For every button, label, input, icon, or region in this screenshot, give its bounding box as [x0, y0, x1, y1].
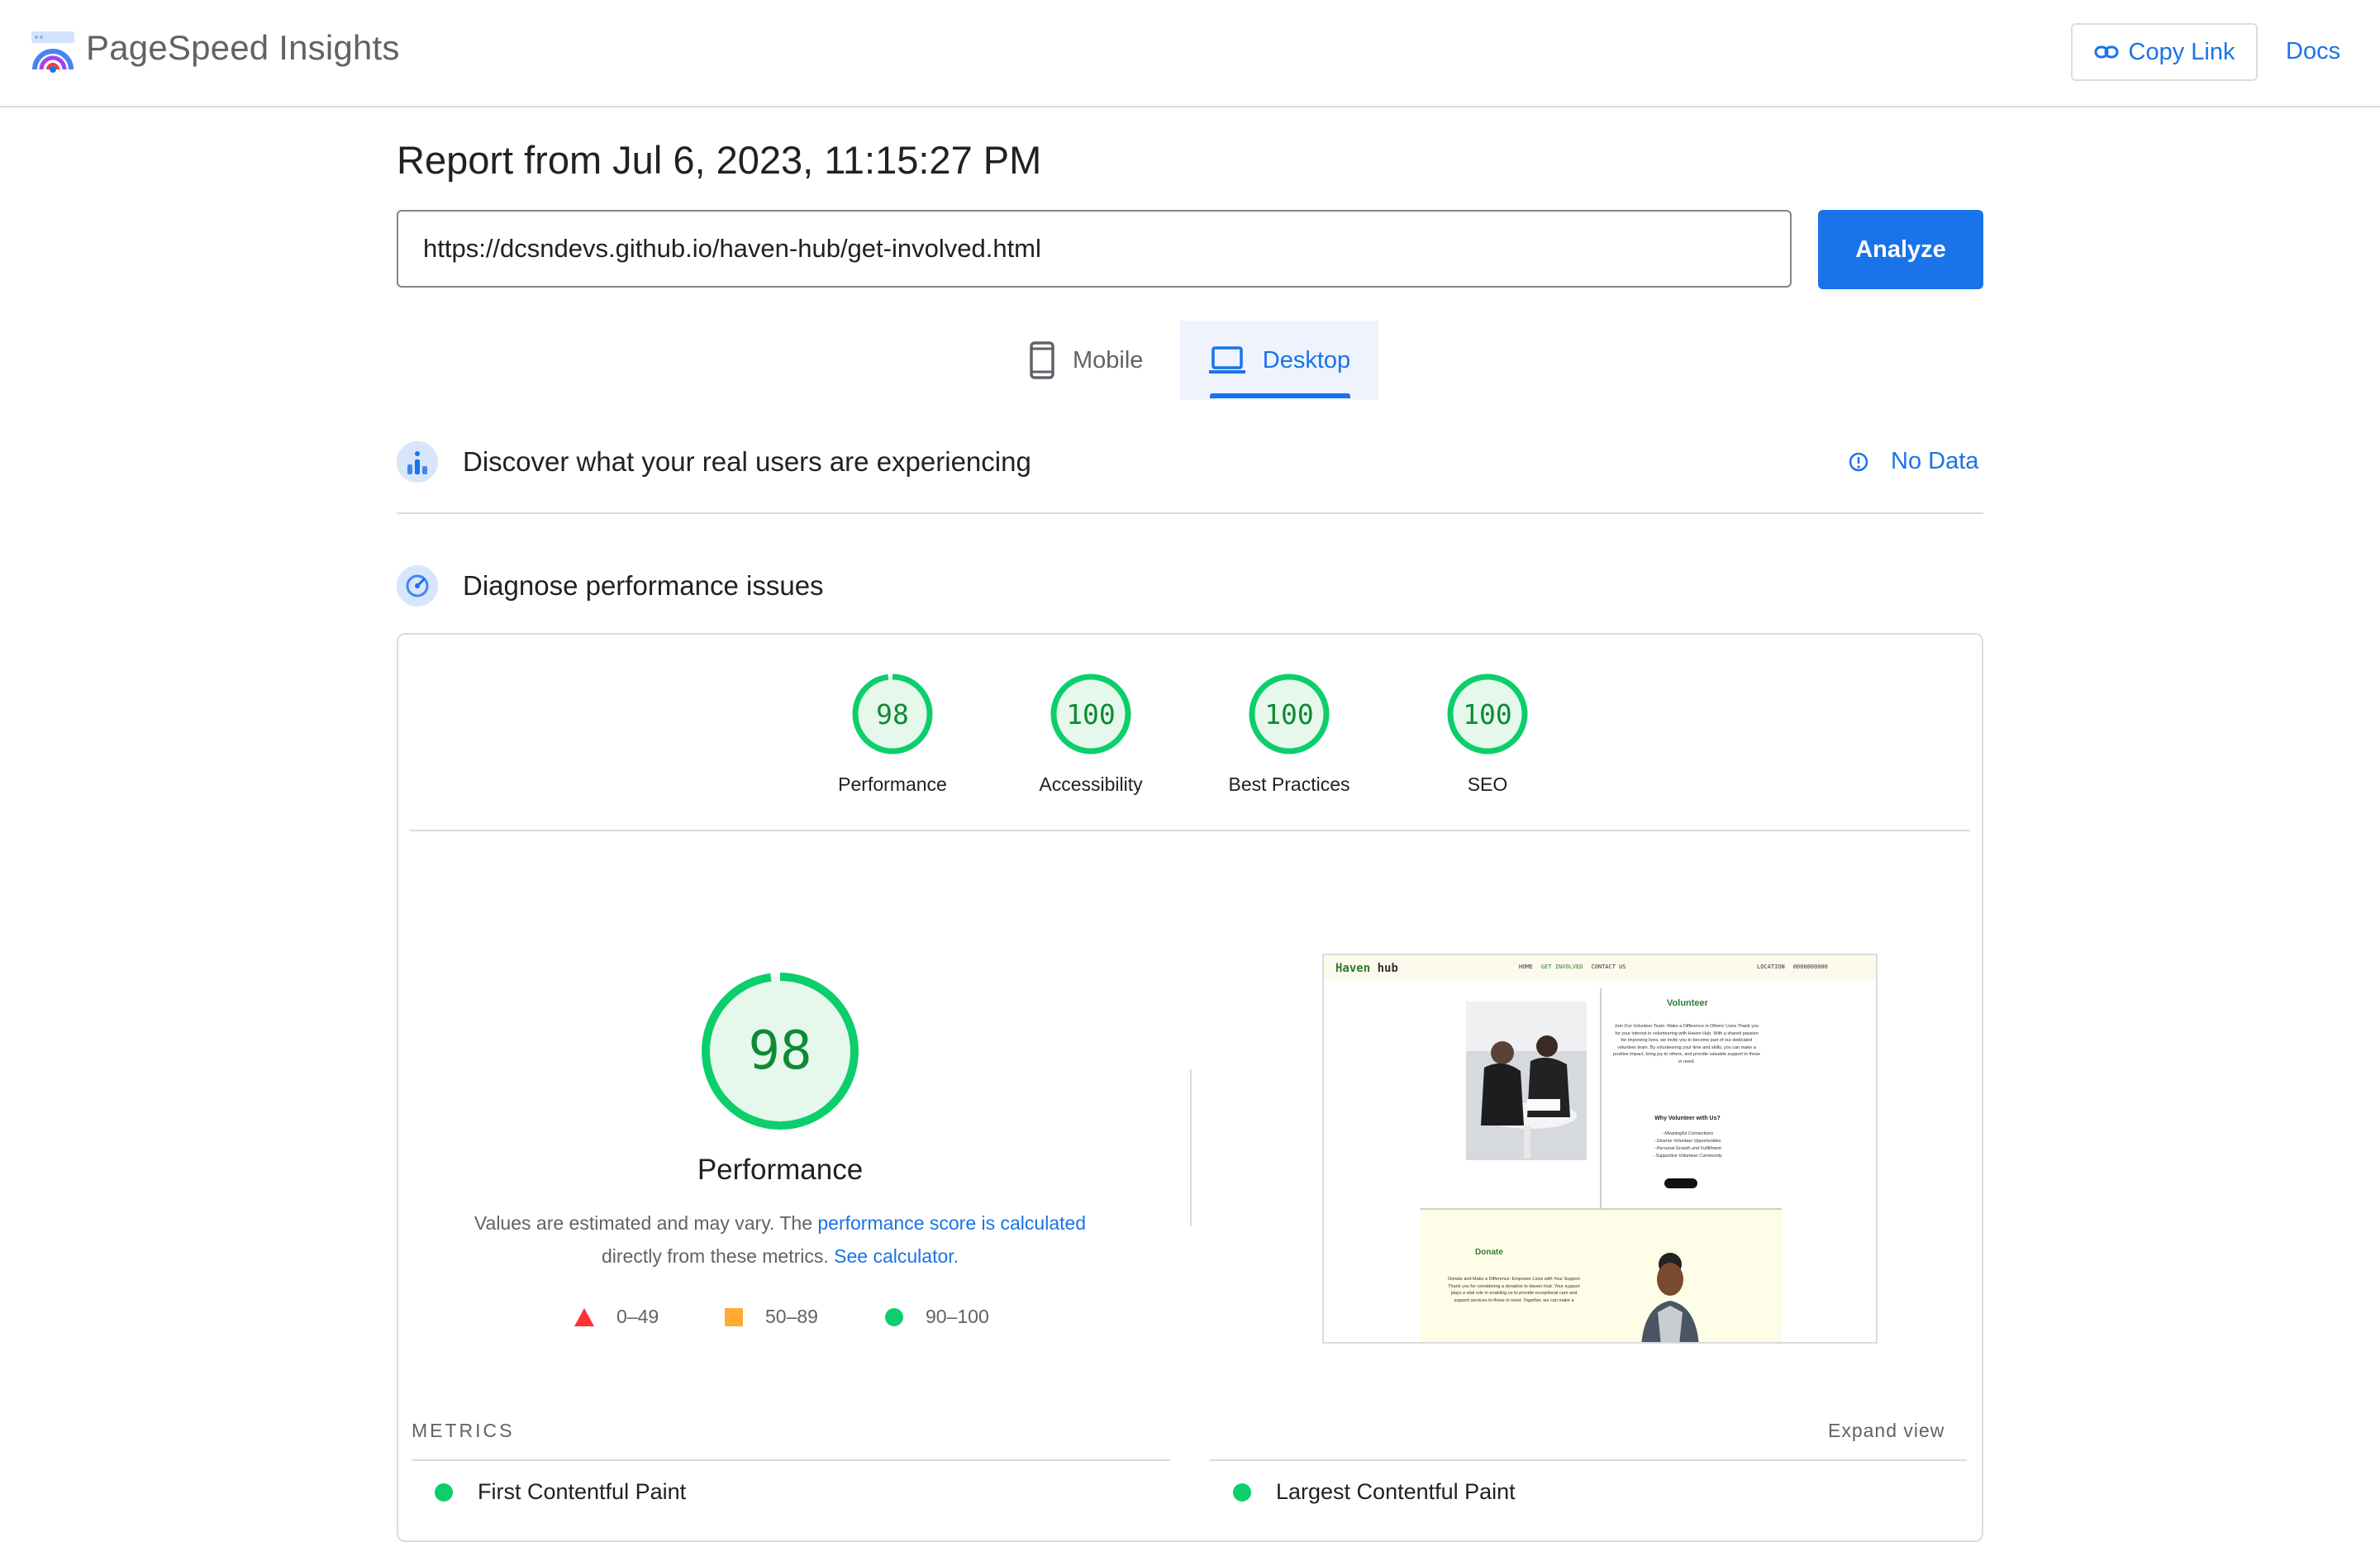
description-text: directly from these metrics.: [601, 1245, 835, 1267]
why-volunteer-list: - Meaningful Connections - Diverse Volun…: [1605, 1130, 1770, 1160]
pass-circle-icon: [1233, 1483, 1251, 1502]
volunteer-text: Join Our Volunteer Team: Make a Differen…: [1613, 1024, 1760, 1064]
vertical-divider: [1190, 1069, 1192, 1226]
field-data-title: Discover what your real users are experi…: [463, 446, 1031, 477]
gauge-score: 100: [1463, 697, 1512, 731]
performance-score-gauge: 98: [699, 970, 861, 1132]
site-location: LOCATION: [1757, 964, 1785, 970]
gauge-score: 98: [876, 697, 909, 731]
why-item: - Meaningful Connections: [1661, 1131, 1714, 1136]
site-nav-link: CONTACT US: [1591, 964, 1626, 970]
card-divider: [410, 830, 1970, 831]
copy-link-button[interactable]: Copy Link: [2071, 23, 2258, 81]
url-input[interactable]: [397, 210, 1792, 288]
metrics-divider: [1210, 1459, 1967, 1461]
gauge-best-practices[interactable]: 100: [1248, 673, 1330, 755]
laptop-icon: [1208, 346, 1245, 374]
triangle-icon: [574, 1307, 594, 1326]
section-divider-line: [1420, 1208, 1782, 1210]
donate-heading: Donate: [1475, 1248, 1503, 1257]
legend-range: 50–89: [765, 1306, 818, 1327]
users-chart-icon: [397, 441, 438, 483]
top-header: PageSpeed Insights Copy Link Docs: [0, 0, 2380, 107]
square-icon: [725, 1307, 743, 1326]
expand-view-toggle[interactable]: Expand view: [1828, 1420, 1944, 1442]
metrics-section-label: METRICS: [412, 1420, 515, 1441]
tab-mobile[interactable]: Mobile: [1028, 321, 1143, 400]
why-item: - Supportive Volunteer Community: [1653, 1154, 1722, 1159]
tab-desktop-label: Desktop: [1262, 346, 1351, 374]
gauge-seo[interactable]: 100: [1446, 673, 1529, 755]
donate-photo-image: [1625, 1243, 1716, 1342]
site-nav-right: LOCATION 0000000000: [1757, 964, 1828, 970]
why-item: - Personal Growth and Fulfillment: [1654, 1146, 1721, 1151]
see-calculator-link[interactable]: See calculator.: [834, 1245, 959, 1267]
performance-score-label: Performance: [697, 1154, 864, 1186]
site-logo-part: Haven: [1335, 962, 1371, 975]
metrics-divider: [412, 1459, 1170, 1461]
why-item: - Diverse Volunteer Opportunities: [1654, 1139, 1721, 1144]
tab-desktop[interactable]: Desktop: [1180, 321, 1378, 400]
no-data-status[interactable]: No Data: [1848, 448, 1978, 475]
donate-text: Donate and Make a Difference: Empower Li…: [1448, 1277, 1580, 1303]
volunteer-button: [1664, 1178, 1697, 1188]
analyze-button[interactable]: Analyze: [1818, 210, 1983, 289]
legend-range: 0–49: [616, 1306, 659, 1327]
section-divider: [397, 512, 1983, 514]
legend-range: 90–100: [926, 1306, 989, 1327]
gauge-score: 100: [1264, 697, 1314, 731]
diagnose-title: Diagnose performance issues: [463, 570, 824, 601]
metric-label: First Contentful Paint: [478, 1479, 687, 1504]
site-phone: 0000000000: [1792, 964, 1828, 970]
tab-selected-indicator: [1210, 393, 1350, 398]
link-icon: [2094, 45, 2119, 59]
volunteer-photo-image: [1466, 1002, 1587, 1160]
content-divider: [1600, 988, 1602, 1210]
legend-average: 50–89: [724, 1306, 818, 1328]
legend-pass: 90–100: [884, 1306, 989, 1328]
app-title[interactable]: PageSpeed Insights: [86, 28, 400, 68]
site-nav-links: HOME GET INVOLVED CONTACT US: [1519, 964, 1626, 970]
gauge-score: 100: [1066, 697, 1116, 731]
score-description: Values are estimated and may vary. The p…: [446, 1206, 1114, 1273]
site-nav-link: HOME: [1519, 964, 1533, 970]
final-screenshot[interactable]: Haven hub HOME GET INVOLVED CONTACT US L…: [1322, 954, 1878, 1344]
gauge-label: SEO: [1467, 773, 1508, 795]
metric-first-contentful-paint: First Contentful Paint: [435, 1479, 686, 1505]
tab-mobile-label: Mobile: [1073, 346, 1144, 374]
metric-largest-contentful-paint: Largest Contentful Paint: [1233, 1479, 1516, 1505]
phone-icon: [1030, 341, 1054, 379]
volunteer-photo: [1466, 1002, 1587, 1160]
score-calculated-link[interactable]: performance score is calculated: [817, 1212, 1086, 1234]
copy-link-label: Copy Link: [2128, 38, 2235, 65]
pagespeed-logo-icon: [31, 31, 74, 73]
metric-label: Largest Contentful Paint: [1276, 1479, 1516, 1504]
performance-score-value: 98: [748, 1021, 812, 1082]
description-text: Values are estimated and may vary. The: [474, 1212, 818, 1234]
gauge-label: Accessibility: [1039, 773, 1143, 795]
gauge-performance[interactable]: 98: [851, 673, 934, 755]
legend-fail: 0–49: [574, 1306, 659, 1328]
gauge-label: Performance: [838, 773, 947, 795]
docs-link[interactable]: Docs: [2286, 38, 2340, 65]
pass-circle-icon: [435, 1483, 453, 1502]
site-nav-link: GET INVOLVED: [1540, 964, 1583, 970]
no-data-label: No Data: [1891, 448, 1979, 474]
site-logo: Haven hub: [1335, 962, 1398, 975]
circle-icon: [885, 1307, 903, 1326]
report-title: Report from Jul 6, 2023, 11:15:27 PM: [397, 138, 1042, 182]
why-volunteer-heading: Why Volunteer with Us?: [1654, 1116, 1721, 1121]
info-icon: [1849, 452, 1868, 471]
site-logo-part: hub: [1377, 962, 1398, 975]
gauge-label: Best Practices: [1228, 773, 1350, 795]
gauge-accessibility[interactable]: 100: [1050, 673, 1132, 755]
volunteer-heading: Volunteer: [1667, 998, 1708, 1008]
diagnose-icon: [397, 565, 438, 607]
donate-photo: [1625, 1243, 1716, 1342]
